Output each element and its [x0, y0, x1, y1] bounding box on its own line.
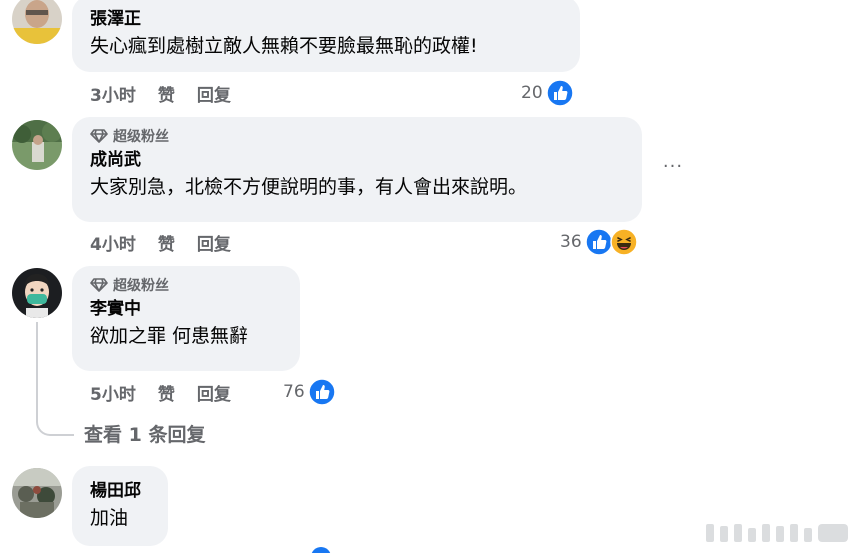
- comment-text: 失心瘋到處樹立敵人無賴不要臉最無恥的政權!: [90, 35, 478, 57]
- like-button[interactable]: 赞: [158, 230, 175, 255]
- diamond-icon: [90, 129, 108, 143]
- comment-bubble: 張澤正 失心瘋到處樹立敵人無賴不要臉最無恥的政權!: [72, 0, 580, 72]
- diamond-icon: [90, 278, 108, 292]
- comment-meta: 5小时 赞 回复: [90, 377, 259, 407]
- reaction-summary[interactable]: 20: [521, 78, 574, 108]
- comment-text: 大家別急，北檢不方便說明的事，有人會出來說明。: [90, 176, 528, 198]
- comment-author[interactable]: 李實中: [90, 296, 282, 322]
- comment-author[interactable]: 張澤正: [90, 6, 562, 32]
- badge-label: 超级粉丝: [113, 129, 169, 145]
- avatar[interactable]: [12, 468, 62, 518]
- reply-button[interactable]: 回复: [197, 230, 231, 255]
- reply-button[interactable]: 回复: [197, 81, 231, 106]
- comment-text: 加油: [90, 507, 129, 529]
- avatar[interactable]: [12, 268, 62, 318]
- comment-meta: 3小时 赞 回复: [90, 78, 231, 108]
- comment-time[interactable]: 5小时: [90, 380, 136, 405]
- comment-time[interactable]: 3小时: [90, 81, 136, 106]
- comments-section: 張澤正 失心瘋到處樹立敵人無賴不要臉最無恥的政權! 3小时 赞 回复 20 超级…: [0, 0, 860, 553]
- avatar[interactable]: [12, 120, 62, 170]
- comment-text: 欲加之罪 何患無辭: [90, 325, 249, 347]
- like-icon: [311, 547, 331, 553]
- badge-label: 超级粉丝: [113, 278, 169, 294]
- haha-icon: [609, 228, 638, 256]
- more-options-button[interactable]: ···: [661, 158, 685, 182]
- like-button[interactable]: 赞: [158, 380, 175, 405]
- comment-meta: 4小时 赞 回复: [90, 227, 231, 257]
- avatar[interactable]: [12, 0, 62, 44]
- comment-author[interactable]: 成尚武: [90, 147, 624, 173]
- reaction-summary[interactable]: 36: [560, 227, 638, 257]
- comment-time[interactable]: 4小时: [90, 230, 136, 255]
- reaction-count: 36: [560, 232, 582, 252]
- view-replies-link[interactable]: 查看 1 条回复: [84, 420, 205, 447]
- like-icon: [545, 79, 574, 107]
- comment-bubble: 超级粉丝 李實中 欲加之罪 何患無辭: [72, 266, 300, 371]
- top-fan-badge: 超级粉丝: [90, 125, 624, 147]
- reaction-count: 20: [521, 83, 543, 103]
- like-icon: [307, 378, 336, 406]
- watermark-logo: [706, 524, 848, 542]
- reply-button[interactable]: 回复: [197, 380, 231, 405]
- comment-bubble: 楊田邱 加油: [72, 466, 168, 546]
- like-button[interactable]: 赞: [158, 81, 175, 106]
- comment-bubble: 超级粉丝 成尚武 大家別急，北檢不方便說明的事，有人會出來說明。: [72, 117, 642, 222]
- reaction-count: 76: [283, 382, 305, 402]
- comment-author[interactable]: 楊田邱: [90, 478, 150, 504]
- like-icon: [584, 228, 613, 256]
- top-fan-badge: 超级粉丝: [90, 274, 282, 296]
- reply-thread-connector: [36, 322, 74, 436]
- reaction-summary[interactable]: 76: [283, 377, 336, 407]
